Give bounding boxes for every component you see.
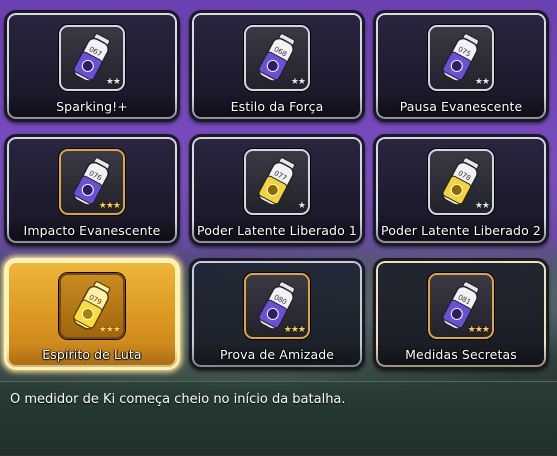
capsule-label: Prova de Amizade bbox=[192, 343, 362, 367]
rarity-stars: ★★ bbox=[474, 201, 490, 211]
rarity-stars: ★★ bbox=[290, 77, 306, 87]
capsule-icon-frame: 079 ★★★ bbox=[59, 273, 125, 339]
rarity-stars: ★★ bbox=[105, 77, 121, 87]
capsule-label: Impacto Evanescente bbox=[7, 219, 177, 243]
rarity-stars: ★★★ bbox=[467, 325, 490, 335]
capsule-card-prova-de-amizade[interactable]: 080 ★★★ Prova de Amizade bbox=[189, 258, 365, 370]
capsule-label: Espírito de Luta Ascendente bbox=[7, 343, 177, 367]
capsule-icon: 077 bbox=[258, 157, 296, 206]
rarity-stars: ★★★ bbox=[283, 325, 306, 335]
capsule-icon-frame: 078 ★★ bbox=[428, 149, 494, 215]
capsule-card-pausa-evanescente[interactable]: 075 ★★ Pausa Evanescente bbox=[373, 10, 549, 122]
capsule-icon-frame: 080 ★★★ bbox=[244, 273, 310, 339]
rarity-stars: ★★★ bbox=[98, 201, 121, 211]
capsule-card-espirito-de-luta-ascendente[interactable]: 079 ★★★ Espírito de Luta Ascendente bbox=[4, 258, 180, 370]
capsule-card-sparking-plus[interactable]: 067 ★★ Sparking!+ bbox=[4, 10, 180, 122]
capsule-icon-frame: 068 ★★ bbox=[244, 25, 310, 91]
rarity-stars: ★★★ bbox=[98, 325, 121, 335]
capsule-label: Medidas Secretas bbox=[376, 343, 546, 367]
capsule-label: Poder Latente Liberado 2 bbox=[376, 219, 546, 243]
capsule-grid: 067 ★★ Sparking!+ 068 ★★ Estilo da Força bbox=[0, 0, 557, 380]
capsule-card-medidas-secretas[interactable]: 081 ★★★ Medidas Secretas bbox=[373, 258, 549, 370]
capsule-icon-frame: 067 ★★ bbox=[59, 25, 125, 91]
capsule-icon-frame: 077 ★ bbox=[244, 149, 310, 215]
capsule-card-impacto-evanescente[interactable]: 076 ★★★ Impacto Evanescente bbox=[4, 134, 180, 246]
capsule-icon-frame: 081 ★★★ bbox=[428, 273, 494, 339]
capsule-icon-frame: 076 ★★★ bbox=[59, 149, 125, 215]
capsule-label: Sparking!+ bbox=[7, 95, 177, 119]
capsule-label: Pausa Evanescente bbox=[376, 95, 546, 119]
rarity-stars: ★ bbox=[297, 201, 306, 211]
capsule-icon-frame: 075 ★★ bbox=[428, 25, 494, 91]
capsule-card-poder-latente-liberado-2[interactable]: 078 ★★ Poder Latente Liberado 2 bbox=[373, 134, 549, 246]
description-text: O medidor de Ki começa cheio no início d… bbox=[10, 392, 346, 407]
capsule-label: Poder Latente Liberado 1 bbox=[192, 219, 362, 243]
capsule-card-poder-latente-liberado-1[interactable]: 077 ★ Poder Latente Liberado 1 bbox=[189, 134, 365, 246]
description-panel: O medidor de Ki começa cheio no início d… bbox=[0, 381, 557, 456]
capsule-card-estilo-da-forca[interactable]: 068 ★★ Estilo da Força bbox=[189, 10, 365, 122]
rarity-stars: ★★ bbox=[474, 77, 490, 87]
capsule-label: Estilo da Força bbox=[192, 95, 362, 119]
